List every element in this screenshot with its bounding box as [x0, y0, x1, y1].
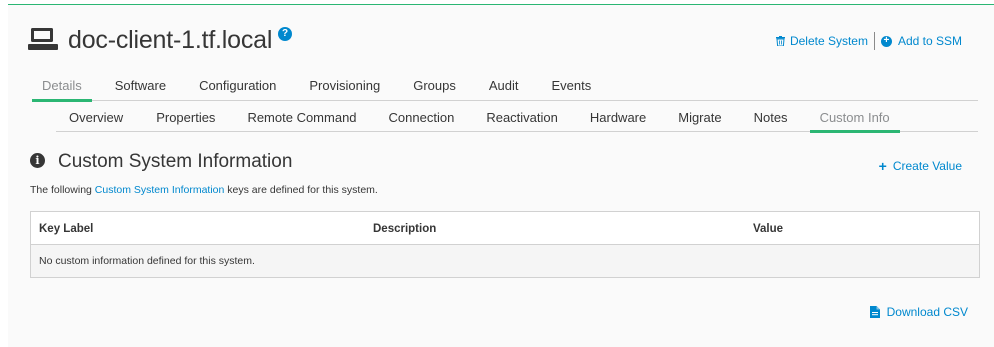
section-title: Custom System Information [58, 151, 293, 172]
page-frame [8, 4, 994, 347]
custom-info-table: Key Label Description Value No custom in… [30, 211, 980, 278]
create-value-button[interactable]: + Create Value [879, 159, 962, 173]
delete-system-button[interactable]: Delete System [775, 34, 868, 48]
add-to-ssm-button[interactable]: + Add to SSM [880, 34, 962, 48]
subtab-properties[interactable]: Properties [156, 110, 215, 131]
header-actions: Delete System + Add to SSM [775, 32, 962, 50]
subtab-remote-command[interactable]: Remote Command [247, 110, 356, 131]
delete-system-label: Delete System [789, 34, 868, 48]
column-header-key-label[interactable]: Key Label [39, 223, 93, 235]
table-row: No custom information defined for this s… [31, 245, 979, 277]
intro-text: The following Custom System Information … [30, 184, 378, 196]
subtab-reactivation[interactable]: Reactivation [486, 110, 558, 131]
create-value-label: Create Value [892, 159, 962, 173]
subtab-overview[interactable]: Overview [69, 110, 123, 131]
empty-message: No custom information defined for this s… [39, 255, 255, 267]
custom-info-link[interactable]: Custom System Information [95, 184, 225, 196]
subtab-migrate[interactable]: Migrate [678, 110, 721, 131]
column-header-value[interactable]: Value [753, 223, 783, 235]
intro-prefix: The following [30, 184, 95, 196]
help-icon[interactable]: ? [278, 27, 292, 41]
trash-icon [775, 36, 785, 46]
tab-provisioning[interactable]: Provisioning [309, 78, 380, 100]
action-divider [873, 32, 875, 50]
tab-events[interactable]: Events [552, 78, 592, 100]
sub-tabs: Overview Properties Remote Command Conne… [56, 110, 978, 133]
file-csv-icon [869, 306, 880, 318]
column-header-description[interactable]: Description [373, 223, 436, 235]
download-csv-button[interactable]: Download CSV [869, 305, 968, 319]
add-to-ssm-label: Add to SSM [897, 34, 962, 48]
subtab-custom-info[interactable]: Custom Info [809, 110, 900, 133]
system-title: doc-client-1.tf.local [68, 26, 273, 54]
subtab-connection[interactable]: Connection [389, 110, 455, 131]
table-header: Key Label Description Value [31, 212, 979, 245]
plus-circle-icon: + [880, 35, 892, 47]
main-tabs: Details Software Configuration Provision… [32, 78, 978, 102]
tab-details[interactable]: Details [32, 78, 92, 102]
tab-groups[interactable]: Groups [413, 78, 456, 100]
subtab-hardware[interactable]: Hardware [590, 110, 646, 131]
subtab-notes[interactable]: Notes [754, 110, 788, 131]
tab-software[interactable]: Software [115, 78, 166, 100]
intro-suffix: keys are defined for this system. [224, 184, 378, 196]
download-csv-label: Download CSV [886, 305, 968, 319]
tab-configuration[interactable]: Configuration [199, 78, 276, 100]
plus-icon: + [878, 158, 887, 174]
system-icon [28, 28, 58, 50]
info-icon: i [30, 153, 45, 168]
tab-audit[interactable]: Audit [489, 78, 519, 100]
